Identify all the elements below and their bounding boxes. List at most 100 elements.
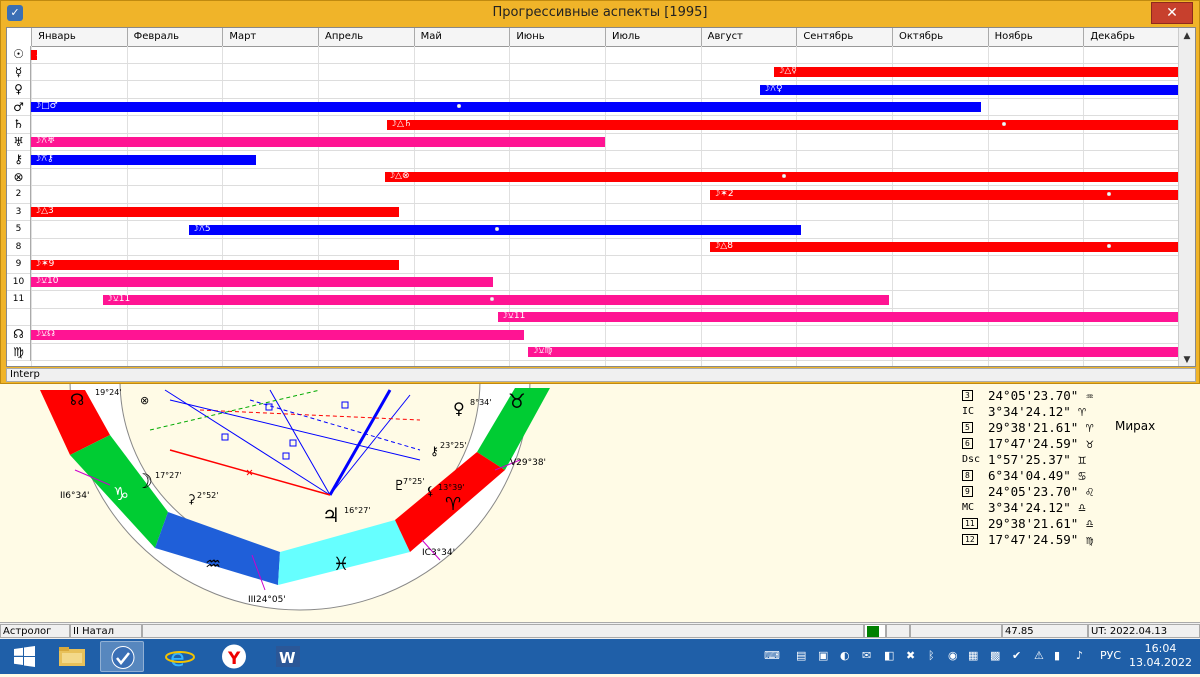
svg-text:8°34': 8°34' — [470, 398, 491, 407]
planet-glyph — [7, 308, 31, 326]
tray-icon-1[interactable]: ▤ — [796, 649, 806, 662]
tray-icon-9[interactable]: ▩ — [990, 649, 1000, 662]
aspect-bar[interactable]: ☽✶2 — [710, 188, 1179, 200]
aspect-row: ♂ ☽□♂ — [7, 98, 1179, 116]
tray-icon-7[interactable]: ◉ — [948, 649, 958, 662]
house-label: 5 — [962, 420, 988, 436]
planet-glyph: ♄ — [7, 116, 31, 134]
taskbar: e Y W ⌨ ▤ ▣ ◐ ✉ ◧ ✖ ᛒ ◉ ▦ ▩ ✔ ⚠ ▮ ♪ РУС … — [0, 639, 1200, 674]
aspect-row: 3 ☽△3 — [7, 203, 1179, 221]
tray-icon-8[interactable]: ▦ — [968, 649, 978, 662]
aspect-label: ☽⚻⚷ — [33, 153, 54, 164]
month-9: Сентябрь — [796, 28, 892, 46]
aspect-bar[interactable]: ☽⚻♀ — [759, 83, 1179, 95]
aspect-bar[interactable]: ☽✶9 — [31, 259, 400, 270]
tray-icon-3[interactable]: ◐ — [840, 649, 850, 662]
tray-icon-2[interactable]: ▣ — [818, 649, 828, 662]
position-value: 24°05'23.70" ♒ — [988, 388, 1094, 403]
month-8: Август — [700, 28, 797, 46]
aspect-label: ☽□♂ — [33, 101, 58, 111]
shield-icon[interactable]: ✔ — [1012, 649, 1021, 662]
position-row: 11 29°38'21.61" ♎ — [962, 516, 1093, 532]
aspect-bar[interactable]: ☽△☿ — [774, 66, 1179, 77]
aspect-bar[interactable]: ☽△8 — [710, 241, 1179, 252]
month-7: Июль — [605, 28, 701, 46]
network-icon[interactable]: ▮ — [1054, 649, 1060, 662]
aspect-bar[interactable]: ☽⚻♅ — [31, 136, 605, 147]
window-status: Interp — [6, 368, 1196, 382]
aspect-bar[interactable]: ☽△♄ — [386, 119, 1179, 130]
status-indicator — [864, 624, 886, 638]
keyboard-icon[interactable]: ⌨ — [764, 649, 780, 662]
month-3: Март — [222, 28, 318, 46]
aspect-row: 8 ☽△8 — [7, 238, 1179, 256]
astrologer-taskbar-icon[interactable] — [100, 641, 144, 672]
aspect-row: ♅ ☽⚻♅ — [7, 133, 1179, 151]
aspect-label: ☽△⊗ — [386, 171, 410, 181]
aspect-bar[interactable]: ☽△3 — [31, 206, 400, 217]
aspect-bar[interactable]: ☽⚺♍ — [528, 346, 1179, 357]
aspect-rows: ☉ ☽☌ ☿ ☽△☿ ♀ ☽⚻♀ ♂ ☽□♂ ♄ ☽△♄ ♅ ☽⚻♅ ⚷ ☽⚻⚷ ⊗ ☽△⊗ 2 ☽✶2 3 ☽△3 5… — [7, 46, 1179, 366]
position-row: 12 17°47'24.59" ♍ — [962, 532, 1093, 548]
aspect-row: 10 ☽⚺10 — [7, 273, 1179, 291]
title-bar[interactable]: ✓ Прогрессивные аспекты [1995] ✕ — [1, 1, 1199, 27]
internet-explorer-icon[interactable]: e — [158, 641, 202, 672]
start-button[interactable] — [2, 641, 46, 672]
aspect-bar[interactable]: ☽⚺☊ — [31, 329, 524, 340]
planet-glyph: 10 — [7, 273, 31, 291]
planet-glyph: ☉ — [7, 46, 31, 64]
file-explorer-icon[interactable] — [50, 641, 94, 672]
tray-icon-4[interactable]: ✉ — [862, 649, 871, 662]
status-app: Астролог — [0, 624, 70, 638]
close-button[interactable]: ✕ — [1151, 2, 1193, 24]
aspect-label: ☽△☿ — [776, 66, 797, 76]
clock[interactable]: 16:04 13.04.2022 — [1129, 642, 1192, 670]
position-row: 8 6°34'04.49" ♋ — [962, 468, 1093, 484]
house-label: 3 — [962, 388, 988, 404]
position-value: 1°57'25.37" ♊ — [988, 452, 1086, 467]
aspect-bar[interactable]: ☽⚺11 — [497, 311, 1179, 322]
aspect-row: 2 ☽✶2 — [7, 186, 1179, 204]
scroll-down-icon[interactable]: ▼ — [1179, 352, 1195, 366]
aspect-bar[interactable]: ☽□♂ — [31, 101, 981, 112]
aspect-bar[interactable]: ☽☌ — [31, 49, 47, 60]
planet-glyph: ☿ — [7, 63, 31, 81]
scroll-up-icon[interactable]: ▲ — [1179, 28, 1195, 44]
svg-text:♉: ♉ — [508, 389, 526, 413]
aspect-bar[interactable]: ☽⚺11 — [102, 294, 890, 305]
aspect-bar[interactable]: ☽△⊗ — [384, 171, 1179, 182]
language-indicator[interactable]: РУС — [1100, 649, 1121, 662]
exact-point — [1002, 121, 1006, 126]
month-10: Октябрь — [892, 28, 988, 46]
position-row: 3 24°05'23.70" ♒ — [962, 388, 1093, 404]
yandex-browser-icon[interactable]: Y — [212, 641, 256, 672]
bluetooth-icon[interactable]: ᛒ — [928, 649, 935, 662]
svg-text:2°52': 2°52' — [197, 491, 218, 500]
house-label: 8 — [962, 468, 988, 484]
vertical-scrollbar[interactable]: ▲ ▼ — [1178, 28, 1195, 366]
position-value: 29°38'21.61" ♎ — [988, 516, 1094, 531]
warning-icon[interactable]: ⚠ — [1034, 649, 1044, 662]
planet-glyph: ♍ — [7, 343, 31, 361]
word-icon[interactable]: W — [266, 641, 310, 672]
aspect-bar[interactable]: ☽⚺10 — [31, 276, 494, 287]
svg-text:♀: ♀ — [453, 399, 465, 418]
planet-glyph: ⚷ — [7, 151, 31, 169]
svg-text:☽: ☽ — [135, 469, 153, 493]
month-1: Январь — [31, 28, 127, 46]
svg-text:V29°38': V29°38' — [510, 458, 546, 468]
aspect-row: ☉ ☽☌ — [7, 46, 1179, 64]
tray-icon-6[interactable]: ✖ — [906, 649, 915, 662]
svg-text:13°39': 13°39' — [438, 483, 465, 492]
exact-point — [781, 174, 786, 178]
aspect-label: ☽✶2 — [712, 188, 734, 199]
aspect-bar[interactable]: ☽⚻⚷ — [31, 153, 256, 165]
tray-icon-5[interactable]: ◧ — [884, 649, 894, 662]
progressive-aspects-window[interactable]: ✓ Прогрессивные аспекты [1995] ✕ Январь Ф… — [0, 0, 1200, 384]
aspect-bar[interactable]: ☽⚻5 — [188, 224, 802, 235]
window-title: Прогрессивные аспекты [1995] — [492, 5, 708, 20]
aspect-label: ☽⚻♀ — [761, 83, 783, 94]
volume-icon[interactable]: ♪ — [1076, 649, 1083, 662]
position-row: 6 17°47'24.59" ♉ — [962, 436, 1093, 452]
svg-text:III24°05': III24°05' — [248, 595, 286, 605]
